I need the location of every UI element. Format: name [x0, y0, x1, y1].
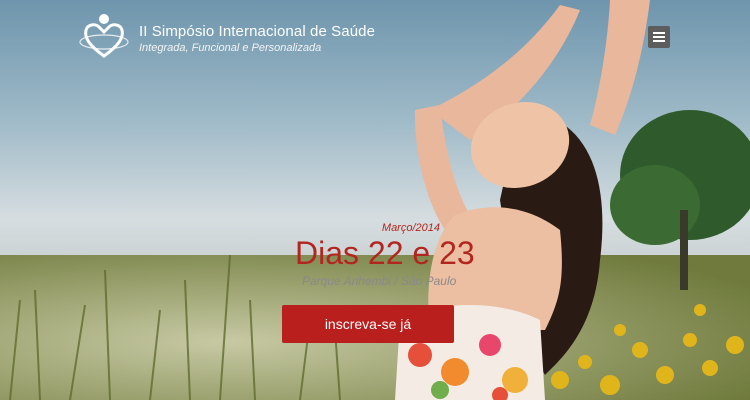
heart-figure-logo-icon[interactable]: [78, 10, 130, 62]
event-location: Parque Anhembi / São Paulo: [302, 274, 457, 288]
brand-title: II Simpósio Internacional de Saúde: [139, 23, 376, 40]
brand-subtitle: Integrada, Funcional e Personalizada: [139, 42, 322, 54]
register-button[interactable]: inscreva-se já: [282, 305, 454, 343]
menu-button[interactable]: [648, 26, 670, 48]
event-month: Março/2014: [381, 222, 440, 234]
event-dates: Dias 22 e 23: [295, 235, 475, 271]
hamburger-menu-icon: [653, 32, 665, 42]
hero-section: II Simpósio Internacional de Saúde Integ…: [0, 0, 750, 400]
